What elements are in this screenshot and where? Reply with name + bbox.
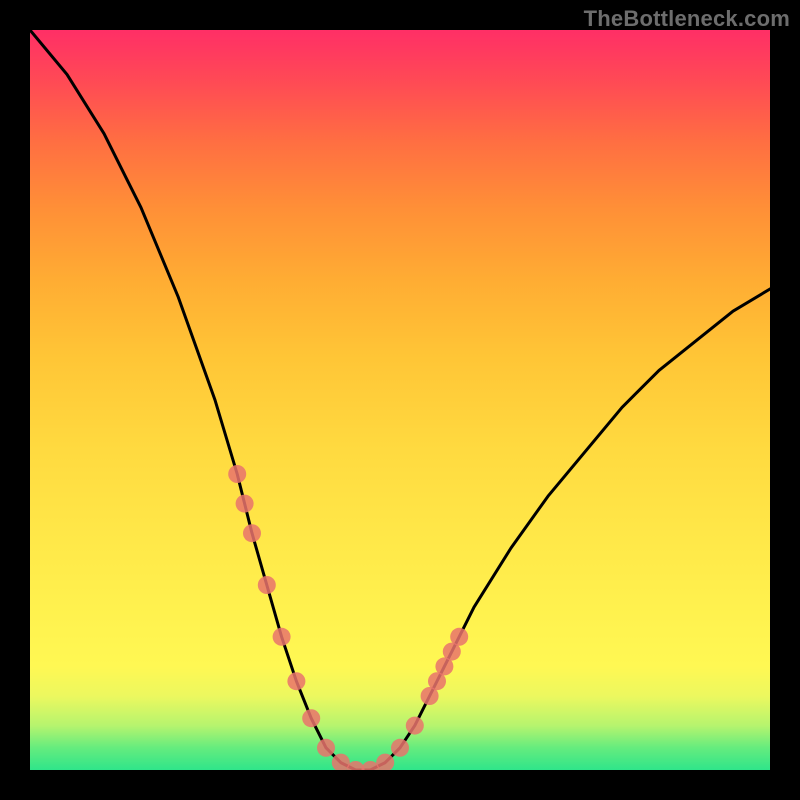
highlight-dot bbox=[243, 524, 261, 542]
bottleneck-svg bbox=[30, 30, 770, 770]
highlight-dot bbox=[317, 739, 335, 757]
highlight-dots bbox=[228, 465, 468, 770]
highlight-dot bbox=[406, 717, 424, 735]
highlight-dot bbox=[228, 465, 246, 483]
highlight-dot bbox=[302, 709, 320, 727]
highlight-dot bbox=[273, 628, 291, 646]
plot-area bbox=[30, 30, 770, 770]
watermark-text: TheBottleneck.com bbox=[584, 6, 790, 32]
highlight-dot bbox=[236, 495, 254, 513]
highlight-dot bbox=[258, 576, 276, 594]
highlight-dot bbox=[450, 628, 468, 646]
highlight-dot bbox=[391, 739, 409, 757]
chart-stage: TheBottleneck.com bbox=[0, 0, 800, 800]
bottleneck-curve bbox=[30, 30, 770, 770]
highlight-dot bbox=[287, 672, 305, 690]
